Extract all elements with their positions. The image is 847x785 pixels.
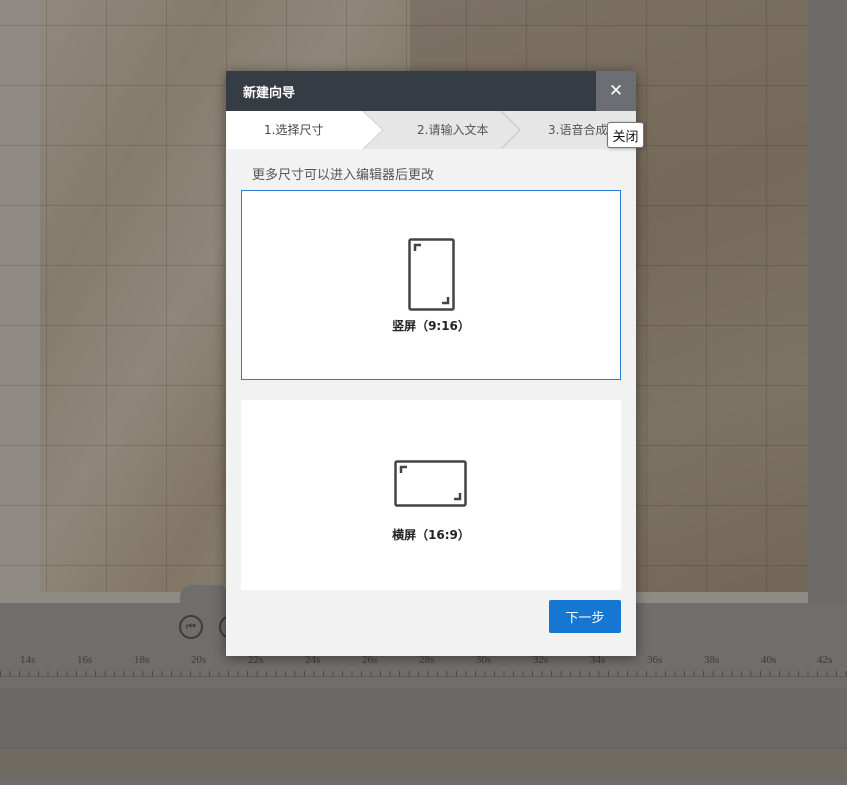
portrait-size-option[interactable]: 竖屏（9:16）: [241, 190, 621, 380]
landscape-option-label: 横屏（16:9）: [392, 528, 470, 542]
ruler-label: 16s: [77, 654, 93, 666]
step-arrow-icon: [363, 111, 384, 149]
close-icon: ✕: [608, 81, 624, 101]
timeline-track[interactable]: [0, 688, 847, 749]
new-project-wizard-dialog: 新建向导 ✕ 3.语音合成 2.请输入文本 1.选择尺寸 更多尺寸可以进入编辑器…: [226, 71, 636, 656]
timeline-collapse-tab[interactable]: [180, 585, 230, 605]
next-step-label: 下一步: [565, 611, 605, 626]
portrait-frame-icon: [408, 238, 455, 311]
ruler-label: 40s: [761, 654, 777, 666]
step-label: 2.请输入文本: [417, 123, 489, 137]
dialog-title: 新建向导: [243, 86, 296, 101]
ruler-label: 38s: [704, 654, 720, 666]
ruler-label: 42s: [817, 654, 833, 666]
ruler-label: 18s: [134, 654, 150, 666]
step-select-size: 1.选择尺寸: [226, 111, 363, 149]
step-label: 1.选择尺寸: [264, 123, 324, 137]
close-tooltip: 关闭: [607, 122, 644, 148]
step-label: 3.语音合成: [548, 123, 608, 137]
landscape-size-option[interactable]: 横屏（16:9）: [241, 400, 621, 590]
timeline-track[interactable]: [0, 750, 847, 780]
ruler-label: 14s: [20, 654, 36, 666]
next-step-button[interactable]: 下一步: [549, 600, 621, 633]
skip-to-start-icon[interactable]: ⏮: [179, 615, 203, 639]
dialog-header: 新建向导 ✕: [226, 71, 636, 111]
wizard-steps: 3.语音合成 2.请输入文本 1.选择尺寸: [226, 111, 636, 149]
tooltip-text: 关闭: [612, 129, 639, 145]
close-button[interactable]: ✕: [596, 71, 636, 111]
canvas-side-strip: [808, 0, 847, 603]
step-separator-icon: [500, 111, 522, 149]
landscape-frame-icon: [394, 460, 467, 507]
ruler-label: 36s: [647, 654, 663, 666]
size-hint-text: 更多尺寸可以进入编辑器后更改: [252, 168, 435, 183]
ruler-label: 20s: [191, 654, 207, 666]
portrait-option-label: 竖屏（9:16）: [392, 319, 470, 333]
